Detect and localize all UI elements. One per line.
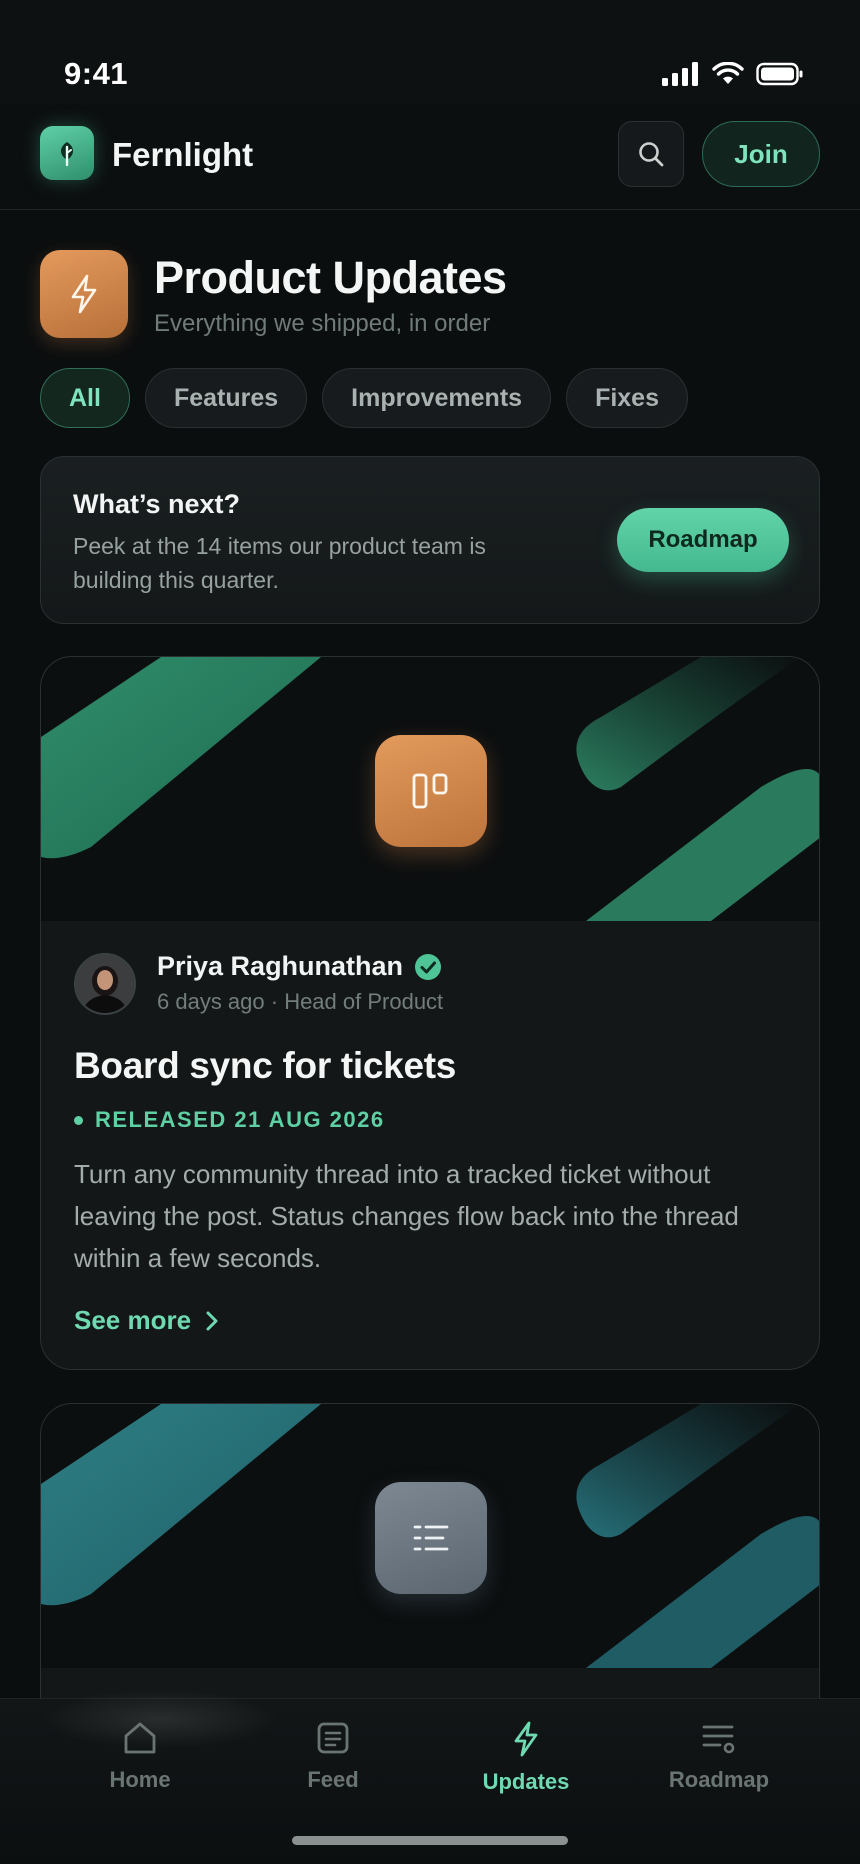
filter-chip-fixes[interactable]: Fixes (566, 368, 688, 428)
list-icon (375, 1482, 487, 1594)
promo-title: What’s next? (73, 489, 241, 519)
battery-icon (756, 62, 803, 86)
filter-chip-all[interactable]: All (40, 368, 130, 428)
roadmap-button[interactable]: Roadmap (617, 508, 789, 572)
update-title[interactable]: Board sync for tickets (74, 1045, 456, 1087)
home-icon (124, 1722, 156, 1754)
verified-badge-icon (415, 953, 442, 980)
status-time: 9:41 (64, 56, 129, 91)
signal-icon (662, 62, 698, 86)
app-header: Fernlight Join (0, 104, 860, 210)
home-indicator[interactable] (292, 1836, 568, 1845)
bolt-icon (71, 274, 97, 314)
nav-item-home[interactable]: Home (55, 1721, 225, 1793)
author-avatar[interactable] (74, 953, 136, 1015)
see-more-link[interactable]: See more (74, 1305, 219, 1336)
roadmap-icon (702, 1725, 735, 1754)
update-description: Turn any community thread into a tracked… (74, 1159, 739, 1273)
status-icons (662, 62, 804, 86)
nav-label-roadmap: Roadmap (668, 1767, 770, 1792)
release-date: RELEASED 21 AUG 2026 (95, 1107, 385, 1132)
fernlight-logo-icon[interactable] (40, 126, 94, 180)
filter-chip-features[interactable]: Features (144, 368, 308, 428)
page-subtitle: Everything we shipped, in order (154, 310, 491, 337)
chevron-right-icon (206, 1311, 218, 1330)
nav-item-feed[interactable]: Feed (248, 1721, 418, 1793)
roadmap-promo-card: What’s next? Peek at the 14 items our pr… (40, 456, 820, 624)
see-more-label: See more (74, 1305, 192, 1335)
author-name-row: Priya Raghunathan (157, 951, 443, 982)
release-badge: RELEASED 21 AUG 2026 (74, 1107, 385, 1133)
nav-item-roadmap[interactable]: Roadmap (634, 1721, 804, 1793)
nav-label-updates: Updates (482, 1769, 570, 1794)
promo-description: Peek at the 14 items our product team is… (73, 533, 486, 593)
nav-label-home: Home (109, 1767, 171, 1792)
bolt-icon (514, 1721, 538, 1757)
nav-item-updates[interactable]: Updates (441, 1721, 611, 1795)
filter-chip-improvements[interactable]: Improvements (322, 368, 552, 428)
updates-page-icon (40, 250, 128, 338)
join-button[interactable]: Join (702, 121, 820, 187)
search-button[interactable] (618, 121, 684, 187)
update-card[interactable]: Priya Raghunathan 6 days ago · Head of P… (40, 656, 820, 1370)
filter-chips: All Features Improvements Fixes (40, 368, 688, 428)
app-name: Fernlight (112, 136, 254, 173)
nav-label-feed: Feed (307, 1767, 359, 1792)
search-icon (639, 142, 664, 167)
update-banner (41, 1404, 819, 1668)
author-meta: 6 days ago · Head of Product (157, 989, 444, 1014)
status-bar: 9:41 (0, 0, 860, 104)
wifi-icon (712, 62, 744, 84)
kanban-board-icon (375, 735, 487, 847)
feed-icon (317, 1722, 349, 1754)
release-dot (74, 1115, 83, 1125)
update-banner (41, 657, 819, 921)
page-title: Product Updates (154, 252, 507, 303)
author-name[interactable]: Priya Raghunathan (157, 951, 403, 982)
